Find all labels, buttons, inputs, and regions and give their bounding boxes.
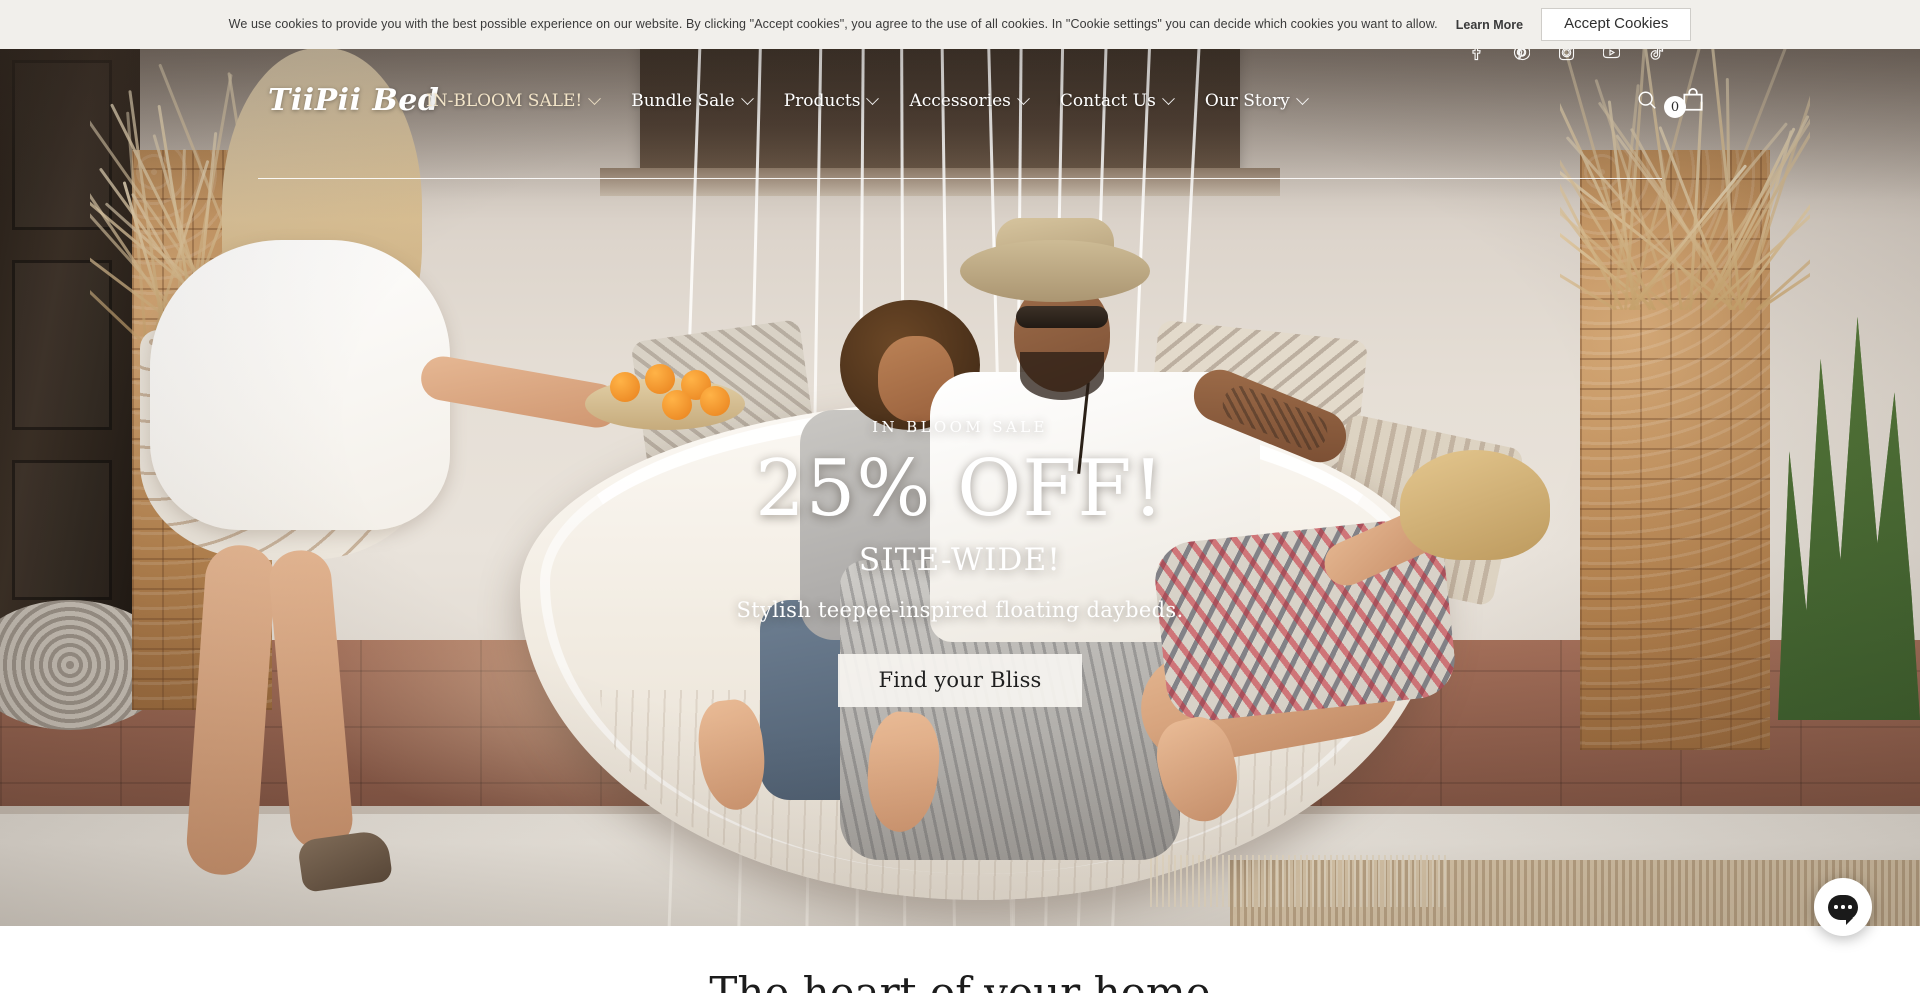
speech-bubble-icon	[1828, 895, 1858, 920]
dot	[1841, 905, 1845, 909]
heart-of-your-home-section: The heart of your home	[0, 926, 1920, 993]
cookie-consent-text: We use cookies to provide you with the b…	[229, 17, 1438, 33]
dot	[1834, 905, 1838, 909]
chevron-down-icon	[867, 92, 880, 105]
hero-content: IN BLOOM SALE 25% OFF! SITE-WIDE! Stylis…	[0, 418, 1920, 707]
chat-widget-button[interactable]	[1814, 878, 1872, 936]
orange-fruit	[645, 364, 675, 394]
daybed-fringe	[1150, 855, 1450, 907]
hero-headline: 25% OFF!	[755, 450, 1165, 528]
chevron-down-icon	[1017, 92, 1030, 105]
learn-more-link[interactable]: Learn More	[1456, 18, 1523, 32]
nav-item-our-story[interactable]: Our Story	[1189, 91, 1323, 111]
nav-item-products[interactable]: Products	[768, 91, 894, 111]
nav-item-label: Contact Us	[1060, 91, 1156, 111]
man-beard	[1020, 352, 1104, 400]
section-title: The heart of your home	[709, 968, 1210, 993]
chevron-down-icon	[588, 92, 601, 105]
hero-eyebrow: IN BLOOM SALE	[872, 418, 1048, 436]
nav-item-contact-us[interactable]: Contact Us	[1044, 91, 1189, 111]
nav-divider	[258, 178, 1662, 179]
nav-item-accessories[interactable]: Accessories	[893, 91, 1043, 111]
nav-item-bundle-sale[interactable]: Bundle Sale	[615, 91, 767, 111]
sunglasses-icon	[1016, 306, 1108, 328]
chevron-down-icon	[1296, 92, 1309, 105]
nav-item-label: Our Story	[1205, 91, 1290, 111]
nav-item-label: Products	[784, 91, 861, 111]
cart-button[interactable]: 0	[1680, 87, 1706, 113]
hero-tagline: Stylish teepee-inspired floating daybeds…	[737, 598, 1184, 622]
cookie-consent-banner: We use cookies to provide you with the b…	[0, 0, 1920, 49]
man-hat-brim	[960, 240, 1150, 302]
find-your-bliss-button[interactable]: Find your Bliss	[838, 654, 1081, 707]
nav-item-label: Bundle Sale	[631, 91, 734, 111]
chevron-down-icon	[1162, 92, 1175, 105]
nav-item-label: IN-BLOOM SALE!	[426, 91, 582, 111]
accept-cookies-button[interactable]: Accept Cookies	[1541, 8, 1691, 42]
chevron-down-icon	[741, 92, 754, 105]
orange-fruit	[662, 390, 692, 420]
orange-fruit	[700, 386, 730, 416]
nav-item-label: Accessories	[909, 91, 1010, 111]
primary-navigation: IN-BLOOM SALE! Bundle Sale Products Accesso…	[410, 91, 1323, 111]
header-actions: 0	[1636, 87, 1706, 113]
cart-count-badge: 0	[1664, 96, 1686, 118]
dot	[1848, 905, 1852, 909]
nav-item-in-bloom-sale[interactable]: IN-BLOOM SALE!	[410, 91, 615, 111]
hero-subheadline: SITE-WIDE!	[859, 542, 1061, 578]
orange-fruit	[610, 372, 640, 402]
search-icon[interactable]	[1636, 89, 1658, 111]
